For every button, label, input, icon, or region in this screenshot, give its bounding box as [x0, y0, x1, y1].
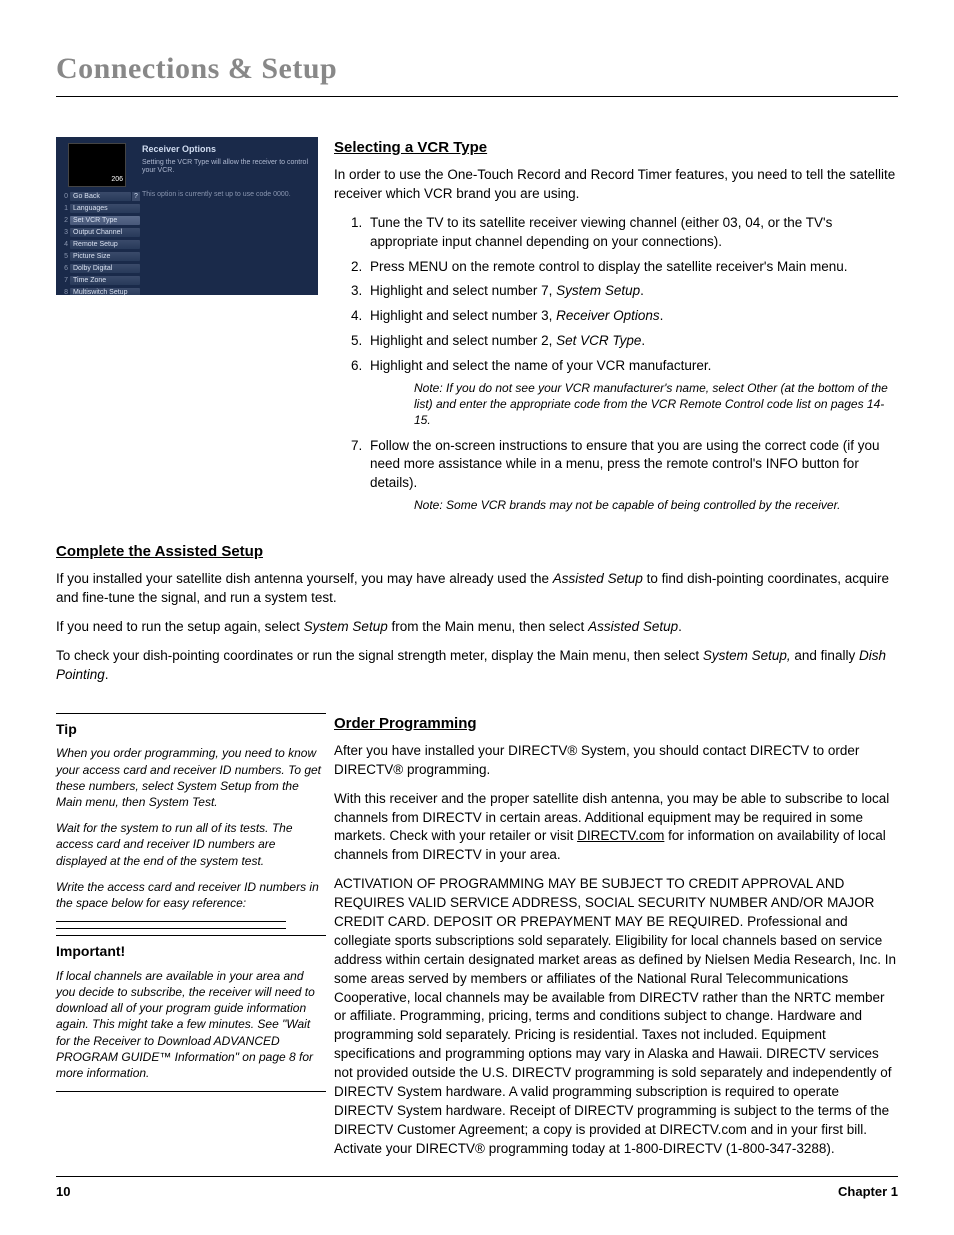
vcr-step-4: Highlight and select number 3, Receiver … [366, 307, 898, 326]
receiver-options-screenshot: Receiver Options Setting the VCR Type wi… [56, 137, 318, 295]
assisted-p1: If you installed your satellite dish ant… [56, 570, 898, 608]
directv-link[interactable]: DIRECTV.com [577, 828, 664, 843]
vcr-step-2: Press MENU on the remote control to disp… [366, 258, 898, 277]
order-p3: ACTIVATION OF PROGRAMMING MAY BE SUBJECT… [334, 875, 898, 1158]
title-rule [56, 96, 898, 97]
tip-title: Tip [56, 720, 326, 740]
order-p1: After you have installed your DIRECTV® S… [334, 742, 898, 780]
vcr-step-7: Follow the on-screen instructions to ens… [366, 437, 898, 514]
assisted-heading: Complete the Assisted Setup [56, 541, 898, 562]
order-p2: With this receiver and the proper satell… [334, 790, 898, 866]
vcr-note-2: Note: Some VCR brands may not be capable… [414, 497, 898, 513]
assisted-p3: To check your dish-pointing coordinates … [56, 647, 898, 685]
page-title: Connections & Setup [56, 48, 898, 90]
vcr-note-1: Note: If you do not see your VCR manufac… [414, 380, 898, 429]
important-title: Important! [56, 942, 326, 962]
vcr-heading: Selecting a VCR Type [334, 137, 898, 158]
vcr-intro: In order to use the One-Touch Record and… [334, 166, 898, 204]
chapter-label: Chapter 1 [838, 1183, 898, 1201]
vcr-steps: Tune the TV to its satellite receiver vi… [334, 214, 898, 514]
vcr-step-1: Tune the TV to its satellite receiver vi… [366, 214, 898, 252]
vcr-step-3: Highlight and select number 7, System Se… [366, 282, 898, 301]
tip-p1: When you order programming, you need to … [56, 745, 326, 810]
tip-p2: Wait for the system to run all of its te… [56, 820, 326, 869]
vcr-step-6: Highlight and select the name of your VC… [366, 357, 898, 428]
tip-p3: Write the access card and receiver ID nu… [56, 879, 326, 911]
page-number: 10 [56, 1183, 70, 1201]
assisted-p2: If you need to run the setup again, sele… [56, 618, 898, 637]
write-line-1 [56, 921, 286, 922]
important-p1: If local channels are available in your … [56, 968, 326, 1081]
page-footer: 10 Chapter 1 [56, 1176, 898, 1201]
tip-block: Tip When you order programming, you need… [56, 713, 326, 1092]
vcr-step-5: Highlight and select number 2, Set VCR T… [366, 332, 898, 351]
write-line-2 [56, 928, 286, 929]
order-heading: Order Programming [334, 713, 898, 734]
